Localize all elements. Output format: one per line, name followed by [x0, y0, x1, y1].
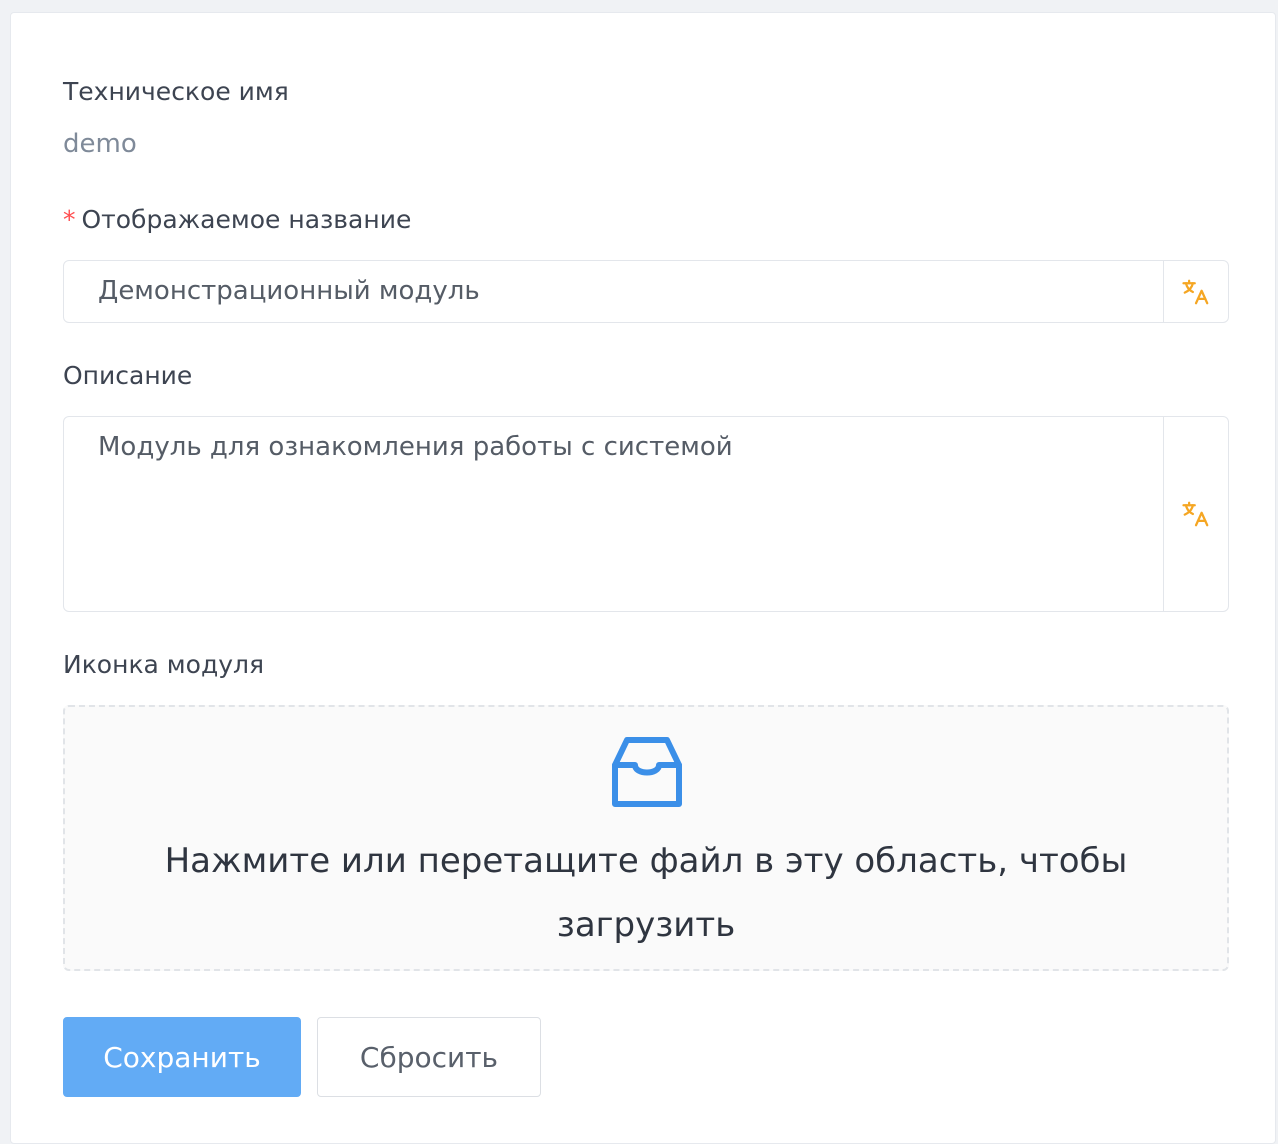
translate-icon-description[interactable]: [1163, 417, 1228, 611]
description-label: Описание: [63, 361, 193, 390]
description-textarea[interactable]: Модуль для ознакомления работы с системо…: [63, 416, 1229, 612]
inbox-icon: [611, 735, 683, 813]
save-button[interactable]: Сохранить: [63, 1017, 301, 1097]
icon-label: Иконка модуля: [63, 650, 265, 679]
display-name-label: * Отображаемое название: [63, 203, 411, 237]
display-name-input-value[interactable]: Демонстрационный модуль: [64, 261, 1163, 322]
required-mark: *: [63, 205, 76, 234]
technical-name-label: Техническое имя: [63, 77, 289, 106]
dropzone-text: Нажмите или перетащите файл в эту област…: [164, 841, 1128, 945]
reset-button[interactable]: Сбросить: [317, 1017, 541, 1097]
module-settings-card: Техническое имя demo * Отображаемое назва…: [10, 12, 1276, 1144]
display-name-label-text: Отображаемое название: [81, 205, 412, 234]
description-textarea-value[interactable]: Модуль для ознакомления работы с системо…: [64, 417, 1163, 611]
display-name-input[interactable]: Демонстрационный модуль: [63, 260, 1229, 323]
technical-name-value: demo: [63, 129, 137, 159]
icon-upload-dropzone[interactable]: Нажмите или перетащите файл в эту област…: [63, 705, 1229, 971]
translate-icon[interactable]: [1163, 261, 1228, 322]
